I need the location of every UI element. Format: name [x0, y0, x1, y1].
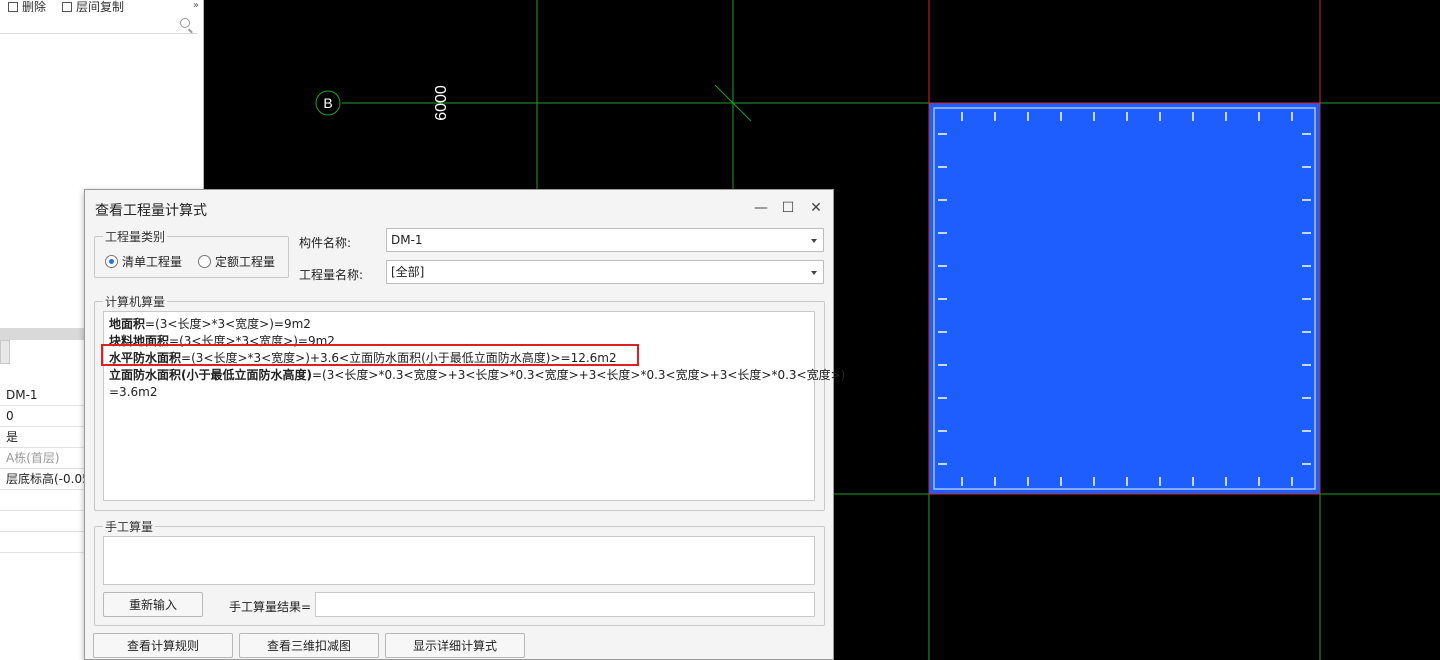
- formula-line: 立面防水面积(小于最低立面防水高度)=(3<长度>*0.3<宽度>+3<长度>*…: [109, 368, 846, 382]
- floor-copy-button[interactable]: 层间复制: [62, 0, 125, 12]
- copy-icon: [62, 2, 73, 12]
- component-name-select[interactable]: DM-1: [386, 228, 824, 252]
- formula-line: 地面积=(3<长度>*3<宽度>)=9m2: [109, 317, 311, 331]
- axis-label: B: [323, 95, 332, 111]
- reinput-button[interactable]: 重新输入: [103, 592, 203, 617]
- show-detail-button[interactable]: 显示详细计算式: [385, 633, 525, 658]
- search-icon: [180, 18, 190, 28]
- radio-quota-quantity[interactable]: 定额工程量: [198, 253, 275, 270]
- floor-slab[interactable]: [928, 102, 1321, 495]
- prop-name-value[interactable]: DM-1: [0, 385, 84, 406]
- prop-empty-row[interactable]: [0, 511, 84, 532]
- manual-calc-group-label: 手工算量: [103, 518, 156, 535]
- radio-selected-icon: [105, 255, 118, 268]
- radio-list-label: 清单工程量: [122, 255, 183, 269]
- manual-formula-input[interactable]: [103, 536, 815, 585]
- computer-calc-group-label: 计算机算量: [103, 293, 168, 310]
- qty-name-label: 工程量名称:: [299, 268, 364, 282]
- delete-button[interactable]: 删除: [8, 0, 47, 12]
- radio-quota-label: 定额工程量: [215, 255, 276, 269]
- formula-textarea[interactable]: 地面积=(3<长度>*3<宽度>)=9m2 块料地面积=(3<长度>*3<宽度>…: [103, 311, 846, 501]
- qty-type-group-label: 工程量类别: [103, 228, 168, 245]
- dimension-text: 6000: [433, 85, 450, 121]
- radio-list-quantity[interactable]: 清单工程量: [105, 253, 182, 270]
- minimize-icon[interactable]: —: [751, 198, 771, 218]
- prop-flag-value[interactable]: 是: [0, 427, 84, 448]
- manual-result-input[interactable]: [315, 592, 815, 617]
- formula-line: =3.6m2: [109, 385, 158, 399]
- qty-name-value: [全部]: [391, 265, 425, 279]
- more-icon[interactable]: »: [193, 0, 199, 11]
- floor-copy-label: 层间复制: [76, 0, 125, 12]
- left-toolbar: 删除 层间复制: [0, 0, 203, 12]
- delete-label: 删除: [22, 0, 47, 12]
- view-3d-button[interactable]: 查看三维扣减图: [239, 633, 379, 658]
- close-icon[interactable]: ✕: [806, 198, 826, 218]
- quantity-formula-dialog: 查看工程量计算式 — ☐ ✕ 工程量类别 清单工程量 定额工程量 构件名称: D…: [84, 189, 846, 660]
- component-search-input[interactable]: [0, 14, 198, 34]
- chevron-down-icon: [811, 239, 817, 243]
- prop-empty-row[interactable]: [0, 532, 84, 553]
- manual-result-label: 手工算量结果=: [229, 600, 312, 614]
- highlight-box: [101, 344, 639, 366]
- qty-type-group: 工程量类别 清单工程量 定额工程量: [94, 228, 289, 278]
- view-rules-button[interactable]: 查看计算规则: [93, 633, 233, 658]
- properties-tab[interactable]: [0, 340, 10, 364]
- prop-elevation-value[interactable]: 层底标高(-0.05: [0, 469, 84, 490]
- chevron-down-icon: [811, 271, 817, 275]
- qty-name-select[interactable]: [全部]: [386, 260, 824, 284]
- prop-floor-value: A栋(首层): [0, 448, 84, 469]
- component-name-label: 构件名称:: [299, 236, 352, 250]
- trash-icon: [8, 2, 18, 12]
- maximize-icon[interactable]: ☐: [778, 198, 798, 218]
- radio-unselected-icon: [198, 255, 211, 268]
- component-name-value: DM-1: [391, 233, 423, 247]
- prop-thickness-value[interactable]: 0: [0, 406, 84, 427]
- dialog-title: 查看工程量计算式: [95, 203, 207, 219]
- prop-empty-row[interactable]: [0, 490, 84, 511]
